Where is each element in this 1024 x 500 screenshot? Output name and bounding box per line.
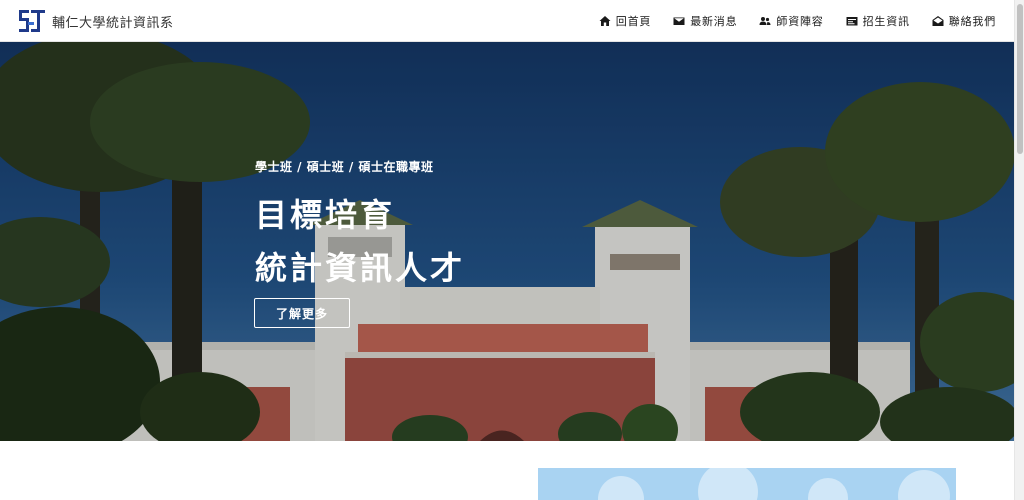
scrollbar-thumb[interactable] [1017, 4, 1023, 154]
nav-admissions[interactable]: 招生資訊 [846, 13, 910, 29]
bubble-decoration [598, 476, 644, 500]
nav-news-label: 最新消息 [690, 15, 738, 28]
bubble-decoration [698, 468, 758, 500]
department-logo-icon [19, 10, 45, 32]
hero-title-line1: 目標培育 [255, 196, 396, 234]
hero-subtitle: 學士班 / 碩士班 / 碩士在職專班 [255, 160, 434, 174]
hero-title-line2: 統計資訊人才 [255, 249, 466, 287]
nav-faculty-label: 師資陣容 [776, 15, 824, 28]
bubble-decoration [808, 478, 848, 500]
nav-contact[interactable]: 聯絡我們 [932, 13, 996, 29]
feature-image [538, 468, 956, 500]
nav-admissions-label: 招生資訊 [862, 15, 910, 28]
main-nav: 回首頁 最新消息 師資陣容 招生資訊 聯絡我們 [577, 0, 996, 42]
nav-news[interactable]: 最新消息 [673, 13, 737, 29]
hero-banner: 學士班 / 碩士班 / 碩士在職專班 目標培育 統計資訊人才 了解更多 [0, 42, 1014, 441]
hero-overlay [0, 42, 1014, 441]
nav-contact-label: 聯絡我們 [948, 15, 996, 28]
nav-home[interactable]: 回首頁 [599, 13, 651, 29]
nav-faculty[interactable]: 師資陣容 [759, 13, 823, 29]
id-card-icon [846, 17, 858, 26]
bubble-decoration [898, 470, 950, 500]
brand[interactable]: 輔仁大學統計資訊系 [16, 4, 174, 38]
nav-home-label: 回首頁 [615, 15, 652, 28]
brand-name: 輔仁大學統計資訊系 [52, 15, 174, 31]
page: 輔仁大學統計資訊系 回首頁 最新消息 師資陣容 招生資訊 聯絡我們 學士班 / … [0, 0, 1024, 500]
envelope-icon [673, 17, 685, 25]
hero-title: 目標培育 統計資訊人才 [255, 189, 465, 295]
envelope-open-icon [932, 16, 944, 26]
top-navbar: 輔仁大學統計資訊系 回首頁 最新消息 師資陣容 招生資訊 聯絡我們 [0, 0, 1014, 42]
home-icon [599, 16, 611, 26]
learn-more-button[interactable]: 了解更多 [254, 298, 350, 328]
page-scrollbar[interactable] [1014, 0, 1024, 500]
users-icon [759, 17, 771, 25]
